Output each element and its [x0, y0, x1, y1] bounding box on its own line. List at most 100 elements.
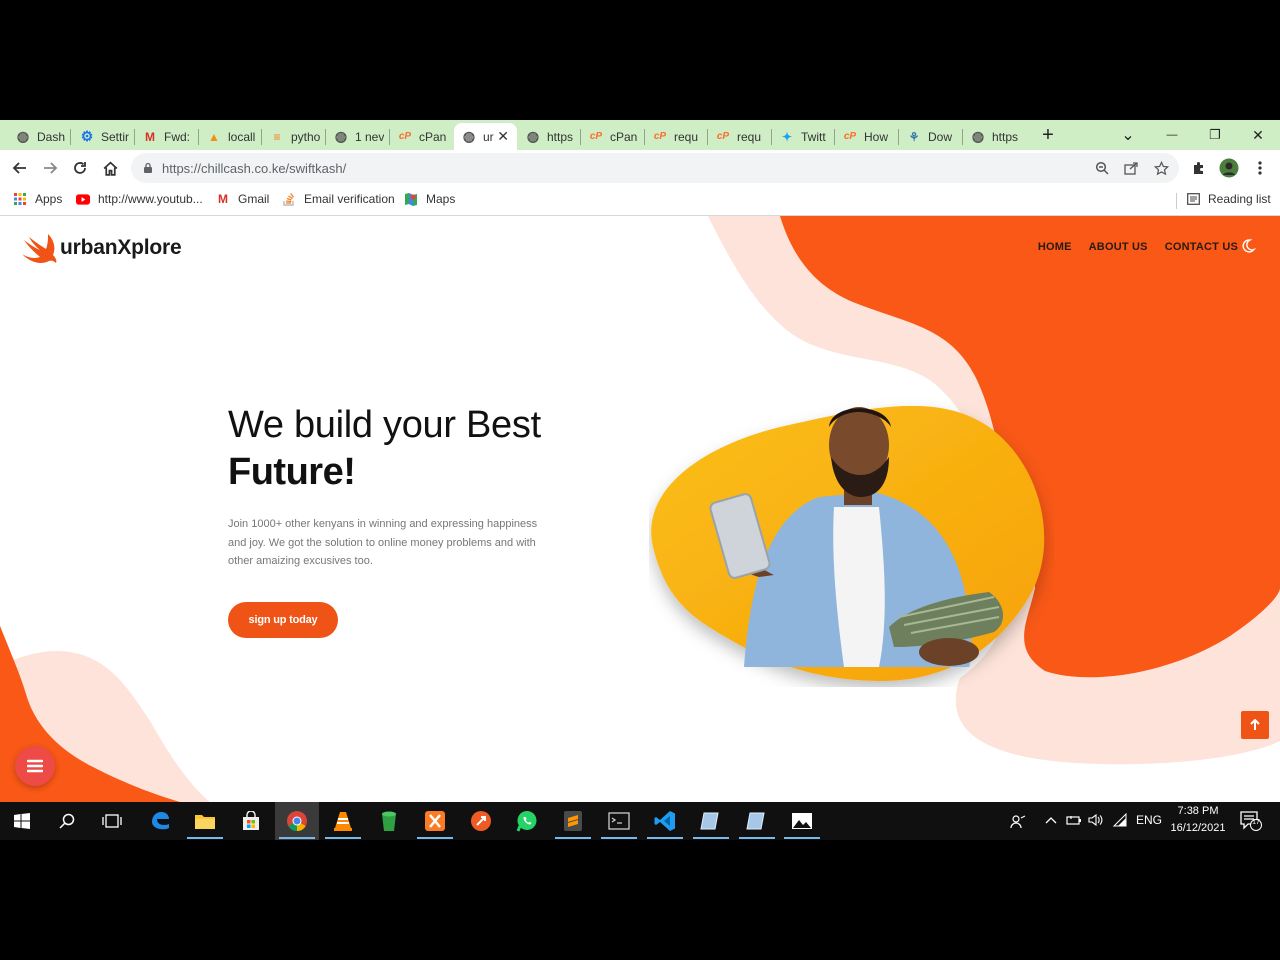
tab-label: cPan: [419, 129, 447, 144]
language-indicator[interactable]: ENG: [1136, 813, 1162, 827]
search-button[interactable]: [45, 802, 89, 840]
battery-icon[interactable]: [1066, 813, 1082, 830]
menu-fab-button[interactable]: [15, 746, 55, 786]
app-taskbar-icon-1[interactable]: [689, 802, 733, 840]
vscode-taskbar-icon[interactable]: [643, 802, 687, 840]
address-url[interactable]: https://chillcash.co.ke/swiftkash/: [162, 161, 346, 176]
vlc-taskbar-icon[interactable]: [321, 802, 365, 840]
scroll-to-top-button[interactable]: [1241, 711, 1269, 739]
browser-tab[interactable]: cP cPan: [390, 123, 453, 150]
home-button[interactable]: [99, 157, 121, 179]
browser-tab[interactable]: cP cPan: [581, 123, 644, 150]
task-view-button[interactable]: [90, 802, 134, 840]
tab-label: Dow: [928, 129, 953, 144]
tab-label: ur: [483, 129, 494, 144]
volume-icon[interactable]: [1088, 813, 1104, 830]
browser-tab[interactable]: cP requ: [645, 123, 707, 150]
browser-tab[interactable]: cP How: [835, 123, 898, 150]
xampp-taskbar-icon[interactable]: [413, 802, 457, 840]
sign-up-button[interactable]: sign up today: [228, 602, 338, 638]
close-tab-icon[interactable]: ✕: [497, 128, 509, 145]
lock-icon: [144, 162, 152, 173]
postman-taskbar-icon[interactable]: [459, 802, 503, 840]
edge-taskbar-icon[interactable]: [138, 802, 182, 840]
nav-home[interactable]: HOME: [1038, 241, 1072, 253]
bookmark-gmail[interactable]: M Gmail: [216, 192, 269, 206]
address-bar[interactable]: https://chillcash.co.ke/swiftkash/: [131, 153, 1179, 183]
bookmark-apps[interactable]: Apps: [13, 192, 62, 206]
terminal-taskbar-icon[interactable]: [597, 802, 641, 840]
whatsapp-taskbar-icon[interactable]: [505, 802, 549, 840]
notification-count: 17: [1252, 819, 1260, 826]
gmail-icon: M: [145, 129, 155, 144]
clock-date[interactable]: 16/12/2021: [1166, 822, 1230, 834]
bin-taskbar-icon[interactable]: [367, 802, 411, 840]
folder-icon: [195, 815, 215, 829]
sublime-taskbar-icon[interactable]: [551, 802, 595, 840]
nav-contact-us[interactable]: CONTACT US: [1165, 241, 1238, 253]
back-button[interactable]: [9, 157, 31, 179]
tab-label: Twitt: [801, 129, 826, 144]
nav-about-us[interactable]: ABOUT US: [1089, 241, 1148, 253]
browser-tab[interactable]: cP requ: [708, 123, 771, 150]
bookmark-label: Gmail: [238, 192, 270, 206]
photos-taskbar-icon[interactable]: [780, 802, 824, 840]
cpanel-icon: cP: [716, 131, 730, 142]
tray-chevron-up-icon[interactable]: [1044, 813, 1058, 830]
extensions-button[interactable]: [1188, 157, 1210, 179]
share-icon[interactable]: [1121, 158, 1141, 178]
minimize-icon[interactable]: —: [1160, 124, 1184, 146]
python-icon: ⚘: [908, 129, 920, 144]
new-tab-plus-icon[interactable]: +: [1036, 124, 1060, 146]
reading-list-button[interactable]: Reading list: [1186, 192, 1271, 206]
app-taskbar-icon-2[interactable]: [735, 802, 779, 840]
bookmark-label: http://www.youtub...: [98, 192, 203, 206]
store-taskbar-icon[interactable]: [229, 802, 273, 840]
restore-icon[interactable]: ❐: [1203, 124, 1227, 146]
chrome-taskbar-icon[interactable]: [275, 802, 319, 840]
tab-search-chevron-icon[interactable]: ⌄: [1116, 124, 1140, 146]
swift-bird-icon: [22, 234, 57, 263]
site-logo[interactable]: urbanXplore: [20, 230, 182, 266]
bookmark-email-verification[interactable]: Email verification: [282, 192, 395, 206]
home-icon: [103, 161, 117, 176]
youtube-icon: [76, 192, 90, 206]
browser-tab[interactable]: ≡ pytho: [262, 123, 325, 150]
vlc-icon: [334, 812, 352, 831]
sublime-icon: [564, 811, 582, 831]
windows-logo-icon: [14, 813, 30, 829]
bookmark-star-icon[interactable]: [1151, 158, 1171, 178]
browser-tab[interactable]: ◍ https: [963, 123, 1025, 150]
moon-icon[interactable]: [1240, 238, 1256, 254]
running-indicator: [325, 837, 361, 839]
notification-center-button[interactable]: 17: [1240, 811, 1262, 834]
forward-button[interactable]: [39, 157, 61, 179]
browser-tab[interactable]: ◍ Dash: [8, 123, 70, 150]
close-window-icon[interactable]: ✕: [1246, 124, 1270, 146]
bookmark-maps[interactable]: Maps: [404, 192, 455, 206]
tab-label: requ: [674, 129, 699, 144]
browser-tab[interactable]: ◍ 1 nev: [326, 123, 389, 150]
start-button[interactable]: [0, 802, 44, 840]
browser-tab[interactable]: ⚙ Settir: [72, 123, 134, 150]
avatar-icon: [1219, 158, 1239, 178]
browser-tab[interactable]: ⚘ Dow: [899, 123, 962, 150]
file-explorer-taskbar-icon[interactable]: [183, 802, 227, 840]
people-icon[interactable]: [1010, 813, 1026, 832]
running-indicator: [417, 837, 453, 839]
edge-icon: [152, 812, 169, 830]
bookmark-label: Maps: [426, 192, 456, 206]
browser-tab[interactable]: ◍ https: [518, 123, 580, 150]
browser-tab[interactable]: M Fwd:: [135, 123, 198, 150]
tab-strip: ◍ Dash ⚙ Settir M Fwd: ▲ locall ≡ pytho ◍ 1 nev cP cP…: [0, 120, 1280, 150]
browser-tab[interactable]: ✦ Twitt: [772, 123, 834, 150]
reload-button[interactable]: [69, 157, 91, 179]
zoom-icon[interactable]: [1092, 158, 1112, 178]
browser-tab[interactable]: ◍ ur ✕: [454, 123, 517, 150]
clock-time[interactable]: 7:38 PM: [1172, 805, 1224, 817]
profile-avatar[interactable]: [1218, 157, 1240, 179]
browser-tab[interactable]: ▲ locall: [199, 123, 261, 150]
bookmark-youtube[interactable]: http://www.youtub...: [76, 192, 203, 206]
wifi-icon[interactable]: [1112, 812, 1128, 830]
browser-menu-button[interactable]: [1249, 157, 1271, 179]
